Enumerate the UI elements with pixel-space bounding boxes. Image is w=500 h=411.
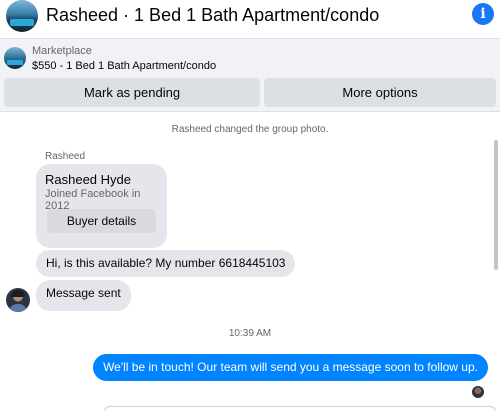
marketplace-label: Marketplace	[32, 45, 92, 57]
listing-summary[interactable]: $550 - 1 Bed 1 Bath Apartment/condo	[32, 60, 216, 72]
listing-avatar[interactable]	[6, 0, 38, 32]
system-message: Rasheed changed the group photo.	[171, 124, 329, 135]
more-options-button[interactable]: More options	[264, 78, 496, 107]
marketplace-bar: Marketplace $550 - 1 Bed 1 Bath Apartmen…	[0, 38, 500, 112]
message-timestamp: 10:39 AM	[228, 328, 272, 339]
seen-indicator-avatar	[472, 386, 484, 398]
scrollbar[interactable]	[494, 140, 498, 270]
sender-name: Rasheed	[45, 151, 86, 162]
profile-card: Rasheed Hyde Joined Facebook in 2012 Buy…	[36, 164, 167, 248]
sender-avatar[interactable]	[6, 288, 30, 312]
profile-name[interactable]: Rasheed Hyde	[45, 172, 131, 187]
conversation-header: Rasheed · 1 Bed 1 Bath Apartment/condo i	[0, 0, 500, 36]
listing-thumbnail[interactable]	[4, 47, 26, 69]
message-composer[interactable]	[104, 406, 496, 411]
mark-as-pending-button[interactable]: Mark as pending	[4, 78, 260, 107]
messenger-conversation: Rasheed · 1 Bed 1 Bath Apartment/condo i…	[0, 0, 500, 411]
outgoing-message[interactable]: We'll be in touch! Our team will send yo…	[93, 354, 488, 381]
info-icon[interactable]: i	[472, 3, 494, 25]
incoming-message[interactable]: Message sent	[36, 280, 131, 311]
conversation-title[interactable]: Rasheed · 1 Bed 1 Bath Apartment/condo	[46, 5, 379, 26]
incoming-message[interactable]: Hi, is this available? My number 6618445…	[36, 250, 296, 277]
buyer-details-button[interactable]: Buyer details	[47, 209, 156, 233]
